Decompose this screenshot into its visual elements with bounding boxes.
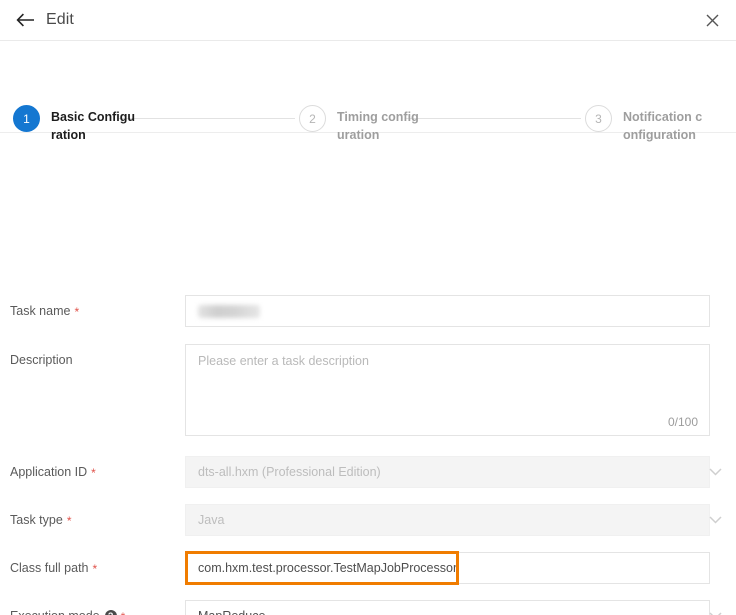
required-indicator: * bbox=[74, 306, 79, 318]
application-id-value: dts-all.hxm (Professional Edition) bbox=[198, 465, 381, 479]
step-number-badge: 2 bbox=[299, 105, 326, 132]
label-text: Class full path bbox=[10, 562, 89, 575]
label-execution-mode: Execution mode ? * bbox=[0, 600, 185, 615]
stepper-step-timing-configuration[interactable]: 2 Timing configuration bbox=[299, 105, 423, 144]
class-full-path-input[interactable]: com.hxm.test.processor.TestMapJobProcess… bbox=[185, 552, 710, 584]
label-text: Task name bbox=[10, 305, 70, 318]
close-icon[interactable] bbox=[700, 8, 724, 32]
arrow-left-icon[interactable] bbox=[14, 9, 36, 31]
class-full-path-value: com.hxm.test.processor.TestMapJobProcess… bbox=[198, 561, 457, 575]
stepper-step-notification-configuration[interactable]: 3 Notification configuration bbox=[585, 105, 709, 144]
description-char-counter: 0/100 bbox=[668, 415, 698, 429]
description-placeholder: Please enter a task description bbox=[198, 354, 369, 368]
label-text: Application ID bbox=[10, 466, 87, 479]
task-type-value: Java bbox=[198, 513, 224, 527]
description-textarea[interactable]: Please enter a task description 0/100 bbox=[185, 344, 710, 436]
field-row-application-id: Application ID * dts-all.hxm (Profession… bbox=[0, 456, 736, 488]
page-title: Edit bbox=[46, 11, 74, 29]
stepper-connector-2 bbox=[405, 118, 581, 119]
field-row-task-name: Task name * bbox=[0, 295, 736, 327]
label-text: Description bbox=[10, 354, 73, 367]
label-task-name: Task name * bbox=[0, 295, 185, 327]
required-indicator: * bbox=[121, 611, 126, 615]
redacted-value bbox=[198, 305, 260, 318]
chevron-down-icon bbox=[709, 468, 722, 476]
step-number-badge: 3 bbox=[585, 105, 612, 132]
application-id-select[interactable]: dts-all.hxm (Professional Edition) bbox=[185, 456, 710, 488]
step-number-badge: 1 bbox=[13, 105, 40, 132]
step-label: Timing configuration bbox=[337, 108, 423, 144]
stepper-connector-1 bbox=[119, 118, 295, 119]
field-row-class-full-path: Class full path * com.hxm.test.processor… bbox=[0, 552, 736, 584]
label-text: Task type bbox=[10, 514, 63, 527]
step-label: Notification configuration bbox=[623, 108, 709, 144]
task-type-select[interactable]: Java bbox=[185, 504, 710, 536]
chevron-down-icon bbox=[709, 516, 722, 524]
task-name-input[interactable] bbox=[185, 295, 710, 327]
question-mark-icon[interactable]: ? bbox=[105, 610, 117, 615]
label-task-type: Task type * bbox=[0, 504, 185, 536]
required-indicator: * bbox=[93, 563, 98, 575]
execution-mode-value: MapReduce bbox=[198, 609, 265, 615]
label-class-full-path: Class full path * bbox=[0, 552, 185, 584]
label-description: Description bbox=[0, 344, 185, 376]
titlebar: Edit bbox=[0, 0, 736, 41]
field-row-task-type: Task type * Java bbox=[0, 504, 736, 536]
field-row-description: Description Please enter a task descript… bbox=[0, 344, 736, 436]
label-text: Execution mode bbox=[10, 610, 100, 615]
step-label: Basic Configuration bbox=[51, 108, 137, 144]
stepper-step-basic-configuration[interactable]: 1 Basic Configuration bbox=[13, 105, 137, 144]
label-application-id: Application ID * bbox=[0, 456, 185, 488]
stepper: 1 Basic Configuration 2 Timing configura… bbox=[0, 41, 736, 133]
field-row-execution-mode: Execution mode ? * MapReduce bbox=[0, 600, 736, 615]
execution-mode-select[interactable]: MapReduce bbox=[185, 600, 710, 615]
required-indicator: * bbox=[91, 467, 96, 479]
required-indicator: * bbox=[67, 515, 72, 527]
